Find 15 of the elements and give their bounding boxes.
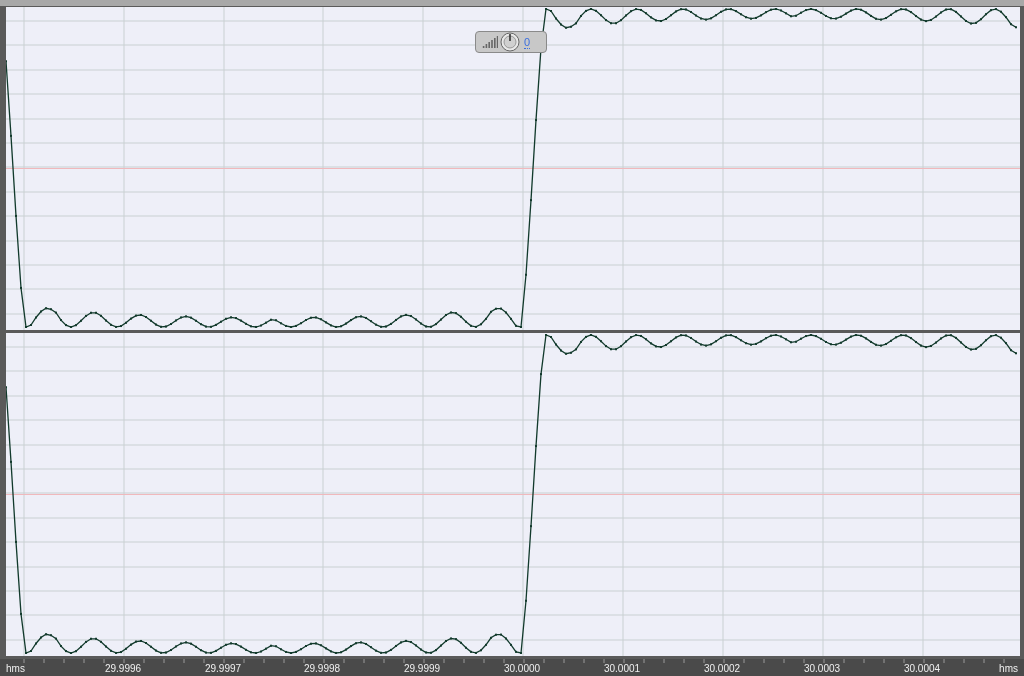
time-unit-label: hms [999, 663, 1018, 674]
knob-icon[interactable] [500, 32, 520, 52]
volume-value[interactable]: 0 [524, 35, 531, 49]
time-unit-label: hms [6, 663, 25, 674]
time-label: 29.9999 [403, 663, 441, 674]
time-label: 29.9997 [204, 663, 242, 674]
time-label: 29.9996 [104, 663, 142, 674]
time-label: 29.9998 [303, 663, 341, 674]
time-label: 30.0004 [903, 663, 941, 674]
volume-level-icon [480, 35, 498, 49]
time-label: 30.0001 [603, 663, 641, 674]
time-label: 30.0000 [503, 663, 541, 674]
time-label: 30.0002 [703, 663, 741, 674]
time-label: 30.0003 [803, 663, 841, 674]
volume-overlay[interactable]: 0 [475, 31, 547, 53]
